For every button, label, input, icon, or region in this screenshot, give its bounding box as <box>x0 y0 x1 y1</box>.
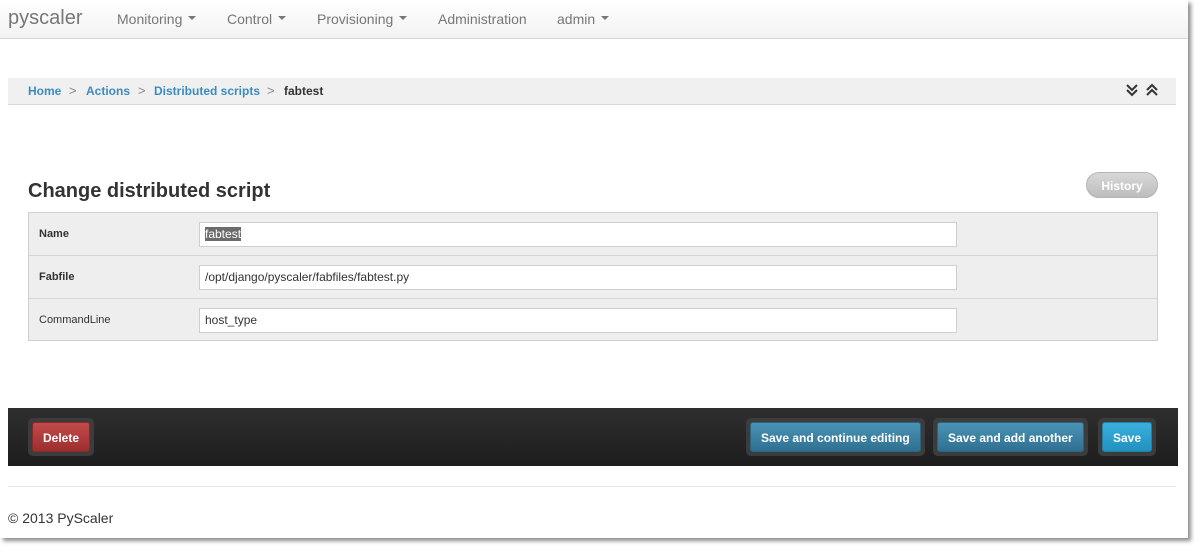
form-row-name: Name fabtest <box>29 213 1157 256</box>
name-label: Name <box>39 228 69 240</box>
nav-administration[interactable]: Administration <box>438 11 527 27</box>
name-input[interactable]: fabtest <box>199 222 957 247</box>
breadcrumb-separator: > <box>267 83 275 98</box>
breadcrumb-current: fabtest <box>284 84 324 98</box>
breadcrumb-separator: > <box>138 83 146 98</box>
save-add-another-button[interactable]: Save and add another <box>937 422 1084 452</box>
nav-control-label: Control <box>227 11 273 27</box>
brand-logo[interactable]: pyscaler <box>8 7 82 30</box>
top-navbar: pyscaler Monitoring Control Provisioning… <box>0 0 1188 39</box>
double-chevron-up-icon[interactable] <box>1146 83 1158 97</box>
commandline-input[interactable]: host_type <box>199 308 957 333</box>
fabfile-label: Fabfile <box>39 271 75 283</box>
nav-monitoring-label: Monitoring <box>117 11 183 27</box>
delete-button-wrap: Delete <box>28 418 95 456</box>
nav-administration-label: Administration <box>438 11 527 27</box>
save-button-wrap: Save <box>1098 418 1157 456</box>
form-row-fabfile: Fabfile /opt/django/pyscaler/fabfiles/fa… <box>29 256 1157 299</box>
form-row-commandline: CommandLine host_type <box>29 299 1157 342</box>
nav-admin-user[interactable]: admin <box>557 11 610 27</box>
double-chevron-down-icon[interactable] <box>1125 83 1138 97</box>
commandline-label: CommandLine <box>39 314 111 326</box>
collapse-controls <box>1122 83 1158 102</box>
history-button[interactable]: History <box>1086 172 1158 198</box>
page-title: Change distributed script <box>28 180 271 202</box>
footer-divider <box>8 486 1176 487</box>
save-add-button-wrap: Save and add another <box>933 418 1088 456</box>
submit-row: Delete Save and continue editing Save an… <box>8 408 1178 466</box>
nav-provisioning-label: Provisioning <box>317 11 394 27</box>
save-continue-button-wrap: Save and continue editing <box>746 418 925 456</box>
nav-admin-label: admin <box>557 11 596 27</box>
caret-down-icon <box>278 16 287 21</box>
nav-control[interactable]: Control <box>227 11 287 27</box>
nav-monitoring[interactable]: Monitoring <box>117 11 197 27</box>
breadcrumb-actions[interactable]: Actions <box>86 84 130 98</box>
caret-down-icon <box>399 16 408 21</box>
breadcrumb: Home > Actions > Distributed scripts > f… <box>8 78 1176 105</box>
breadcrumb-distributed-scripts[interactable]: Distributed scripts <box>154 84 260 98</box>
breadcrumb-separator: > <box>69 83 77 98</box>
caret-down-icon <box>601 16 610 21</box>
nav-provisioning[interactable]: Provisioning <box>317 11 408 27</box>
name-input-value: fabtest <box>205 227 242 241</box>
delete-button[interactable]: Delete <box>32 422 91 452</box>
app-window: pyscaler Monitoring Control Provisioning… <box>0 0 1188 538</box>
fabfile-input[interactable]: /opt/django/pyscaler/fabfiles/fabtest.py <box>199 265 957 290</box>
save-continue-button[interactable]: Save and continue editing <box>750 422 921 452</box>
caret-down-icon <box>188 16 197 21</box>
change-form: Name fabtest Fabfile /opt/django/pyscale… <box>28 212 1158 341</box>
save-button[interactable]: Save <box>1102 422 1153 452</box>
breadcrumb-home[interactable]: Home <box>28 84 61 98</box>
footer-copyright: © 2013 PyScaler <box>8 510 114 526</box>
